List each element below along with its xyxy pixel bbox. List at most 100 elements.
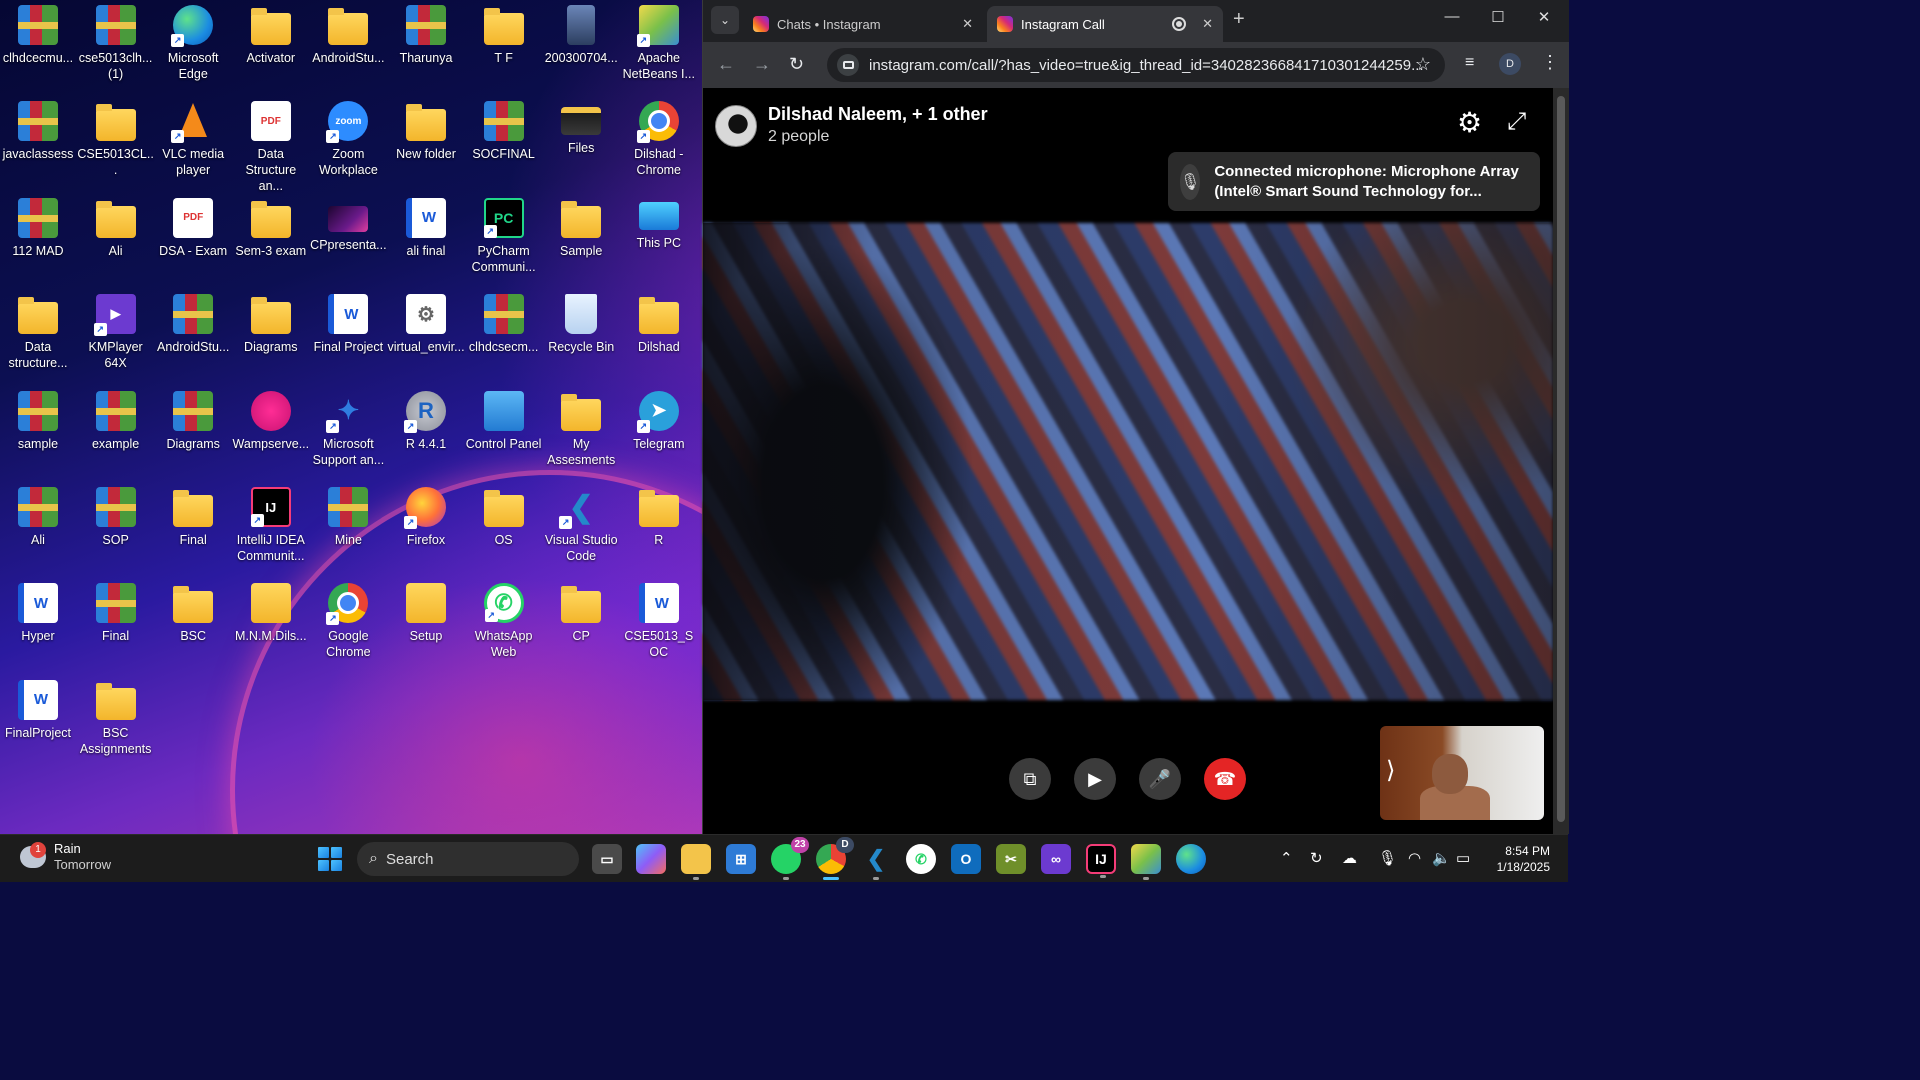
self-view-video[interactable]: ⟩ [1380, 726, 1544, 820]
desktop-icon[interactable]: SOP [78, 487, 154, 548]
desktop-icon[interactable]: My Assesments [543, 391, 619, 468]
desktop-icon[interactable]: ⚙ virtual_envir... [387, 294, 465, 355]
desktop-icon[interactable]: BSC Assignments [78, 680, 154, 757]
back-button[interactable]: ← [717, 54, 735, 75]
taskbar-clock[interactable]: 8:54 PM 1/18/2025 [1486, 843, 1550, 875]
weather-widget[interactable]: 1 Rain Tomorrow [20, 841, 111, 873]
microphone-toggle-button[interactable]: 🎤 [1139, 758, 1181, 800]
desktop-icon[interactable]: PC ↗ PyCharm Communi... [466, 197, 542, 275]
microsoft-store-icon[interactable]: ⊞ [726, 844, 756, 874]
whatsapp-taskbar-icon[interactable]: 23 [771, 837, 809, 880]
desktop-icon[interactable]: Control Panel [466, 390, 542, 452]
desktop-icon[interactable]: T F [466, 5, 542, 66]
desktop-icon[interactable]: ↗ Google Chrome [310, 583, 386, 660]
desktop-icon[interactable]: R ↗ R 4.4.1 [388, 390, 464, 452]
chrome-taskbar-icon[interactable]: D [816, 837, 854, 880]
tab-instagram-call[interactable]: Instagram Call ✕ [987, 6, 1223, 42]
desktop-icon[interactable]: Final [78, 583, 154, 644]
desktop-icon[interactable]: AndroidStu... [310, 5, 386, 66]
edge-taskbar-icon[interactable] [1176, 844, 1206, 874]
desktop-icon[interactable]: ❮ ↗ Visual Studio Code [543, 487, 619, 564]
desktop-icon[interactable]: Mine [310, 487, 386, 548]
file-explorer-icon[interactable] [681, 844, 711, 880]
desktop-icon[interactable]: This PC [621, 198, 697, 251]
desktop-icon[interactable]: Data structure... [0, 294, 76, 371]
address-bar[interactable]: instagram.com/call/?has_video=true&ig_th… [827, 48, 1445, 82]
desktop-icon[interactable]: ✦ ↗ Microsoft Support an... [310, 391, 386, 468]
desktop-icon[interactable]: CPpresenta... [310, 198, 387, 253]
desktop-icon[interactable]: W CSE5013_SOC [621, 583, 697, 660]
bookmark-star-icon[interactable]: ☆ [1415, 54, 1431, 75]
desktop-icon[interactable]: ✆ ↗ WhatsApp Web [466, 583, 542, 660]
desktop-icon[interactable]: OS [466, 487, 542, 548]
desktop-icon[interactable]: sample [0, 390, 76, 452]
desktop-icon[interactable]: ↗ VLC media player [155, 101, 231, 178]
desktop-icon[interactable]: Ali [78, 198, 154, 259]
vscode-taskbar-icon[interactable]: ❮ [861, 844, 891, 880]
tab-chats-instagram[interactable]: Chats • Instagram ✕ [743, 6, 983, 42]
outlook-icon[interactable]: O [951, 844, 981, 874]
microphone-tray-icon[interactable]: 🎙 [1378, 849, 1397, 867]
netbeans-taskbar-icon[interactable] [1131, 844, 1161, 880]
desktop-icon[interactable]: PDF DSA - Exam [155, 197, 231, 259]
desktop-icon[interactable]: New folder [388, 101, 464, 162]
desktop-icon[interactable]: W FinalProject [0, 679, 76, 741]
fullscreen-expand-icon[interactable]: ⤢ [1507, 108, 1526, 136]
desktop-icon[interactable]: example [78, 390, 154, 452]
snipping-tool-icon[interactable]: ✂ [996, 844, 1026, 874]
visual-studio-icon[interactable]: ∞ [1041, 844, 1071, 874]
desktop-icon[interactable]: Sem-3 exam [233, 198, 309, 259]
desktop-icon[interactable]: Diagrams [233, 294, 309, 355]
desktop-icon[interactable]: W Final Project [310, 294, 386, 355]
camera-toggle-button[interactable]: ▶ [1074, 758, 1116, 800]
desktop-icon[interactable]: PDF Data Structure an... [233, 101, 309, 194]
wifi-icon[interactable]: ◠ [1408, 849, 1421, 867]
close-tab-icon[interactable]: ✕ [1202, 16, 1213, 32]
forward-button[interactable]: → [753, 54, 771, 75]
close-window-button[interactable]: ✕ [1521, 8, 1567, 26]
desktop-icon[interactable]: Diagrams [155, 390, 231, 452]
share-screen-button[interactable]: ⧉ [1009, 758, 1051, 800]
desktop-icon[interactable]: Files [543, 101, 619, 156]
end-call-button[interactable]: ☎ [1204, 758, 1246, 800]
desktop-icon[interactable]: SOCFINAL [466, 101, 542, 162]
desktop-icon[interactable]: 200300704... [543, 5, 619, 66]
desktop-icon[interactable]: cse5013clh... (1) [78, 5, 154, 82]
copilot-icon[interactable] [636, 844, 666, 874]
desktop-icon[interactable]: W Hyper [0, 583, 76, 644]
minimize-button[interactable]: — [1429, 8, 1475, 25]
desktop-icon[interactable]: AndroidStu... [155, 294, 231, 355]
page-scrollbar[interactable] [1553, 88, 1569, 834]
desktop-icon[interactable]: 112 MAD [0, 197, 76, 259]
desktop-icon[interactable]: ▶ ↗ KMPlayer 64X [78, 294, 154, 371]
desktop-icon[interactable]: R [621, 487, 697, 548]
onedrive-cloud-icon[interactable]: ☁ [1342, 849, 1357, 867]
media-controls-icon[interactable]: ≡ [1465, 54, 1474, 72]
settings-gear-icon[interactable]: ⚙ [1457, 106, 1482, 139]
desktop-icon[interactable]: Final [155, 487, 231, 548]
desktop-icon[interactable]: ↗ Microsoft Edge [155, 5, 231, 82]
volume-icon[interactable]: 🔈 [1432, 849, 1451, 867]
desktop-icon[interactable]: Ali [0, 487, 76, 548]
show-hidden-icons-chevron[interactable]: ⌃ [1280, 849, 1293, 867]
desktop-icon[interactable]: CP [543, 583, 619, 644]
whatsapp-web-taskbar-icon[interactable]: ✆ [906, 844, 936, 874]
desktop-icon[interactable]: BSC [155, 583, 231, 644]
battery-icon[interactable]: ▭ [1456, 849, 1470, 867]
reload-button[interactable]: ↻ [789, 54, 804, 75]
scrollbar-thumb[interactable] [1557, 96, 1565, 822]
desktop-icon[interactable]: ➤ ↗ Telegram [621, 390, 697, 452]
collapse-chevron-icon[interactable]: ⟩ [1386, 756, 1395, 785]
desktop-icon[interactable]: Recycle Bin [543, 294, 619, 355]
start-button[interactable] [318, 847, 342, 871]
site-info-icon[interactable] [837, 54, 859, 76]
profile-avatar[interactable]: D [1499, 53, 1521, 75]
close-tab-icon[interactable]: ✕ [962, 16, 973, 32]
desktop-icon[interactable]: M.N.M.Dils... [233, 583, 309, 644]
desktop-icon[interactable]: ↗ Firefox [388, 487, 464, 548]
desktop-icon[interactable]: javaclassess [0, 101, 76, 162]
sync-icon[interactable]: ↻ [1310, 849, 1323, 867]
desktop-icon[interactable]: Wali final [388, 197, 464, 259]
url-text[interactable]: instagram.com/call/?has_video=true&ig_th… [869, 57, 1445, 74]
desktop-icon[interactable]: Wampserve... [232, 390, 309, 452]
